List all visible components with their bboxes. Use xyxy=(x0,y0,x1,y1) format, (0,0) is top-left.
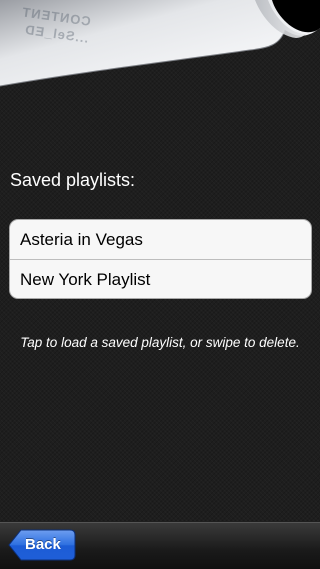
playlist-item[interactable]: New York Playlist xyxy=(10,259,311,298)
page-curl[interactable]: CONTENT ...Sel_ED xyxy=(0,0,320,95)
back-button[interactable]: Back xyxy=(8,529,76,561)
saved-playlists-list: Asteria in Vegas New York Playlist xyxy=(9,219,312,299)
hint-text: Tap to load a saved playlist, or swipe t… xyxy=(20,335,300,350)
saved-playlists-label: Saved playlists: xyxy=(10,170,136,190)
playlist-item[interactable]: Asteria in Vegas xyxy=(10,220,311,259)
back-button-label: Back xyxy=(25,536,61,553)
bottom-toolbar: Back xyxy=(0,522,320,569)
